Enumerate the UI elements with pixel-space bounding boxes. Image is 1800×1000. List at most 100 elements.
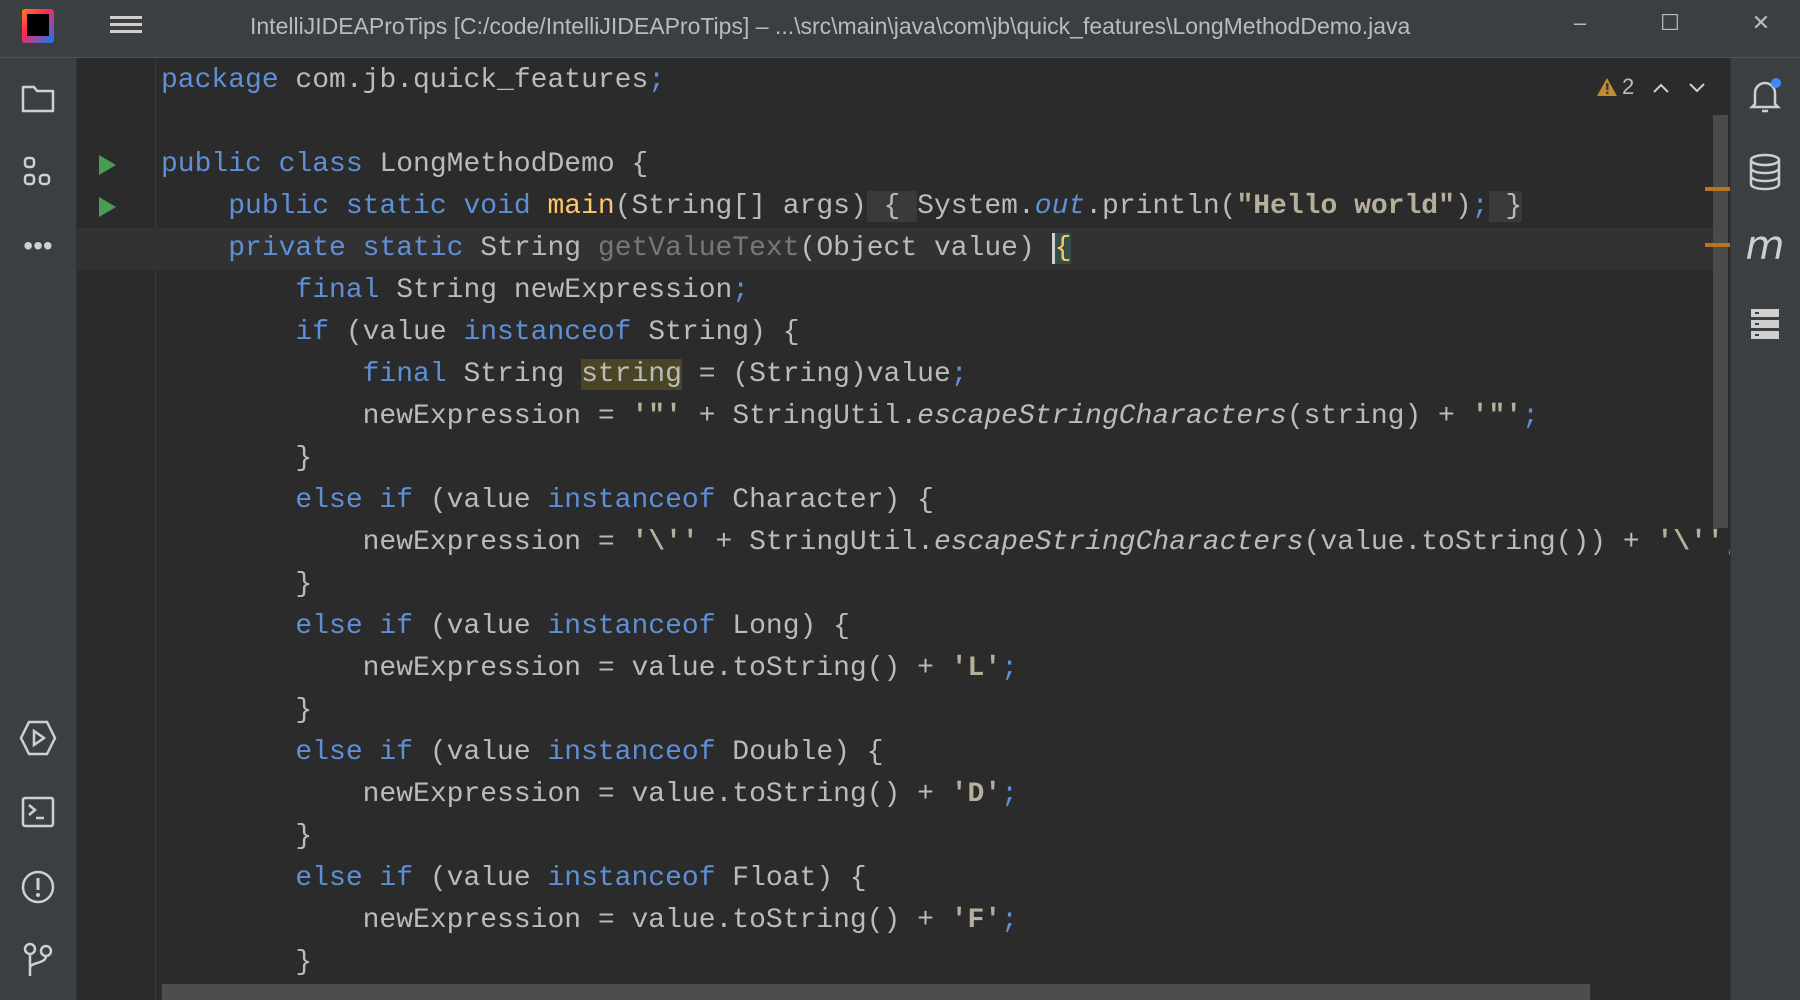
warning-stripe-mark[interactable] — [1705, 187, 1731, 191]
code-token: (value — [413, 863, 548, 894]
code-token: instanceof — [463, 317, 632, 348]
code-line[interactable]: newExpression = value.toString() + 'F'; — [161, 900, 1731, 942]
warning-stripe-mark[interactable] — [1705, 243, 1731, 247]
code-token: (value — [413, 485, 548, 516]
code-line[interactable]: else if (value instanceof Long) { — [161, 606, 1731, 648]
horizontal-scrollbar[interactable] — [162, 984, 1590, 1000]
code-token: } — [161, 821, 313, 852]
code-token: (value — [329, 317, 464, 348]
git-icon[interactable] — [18, 940, 58, 980]
warning-icon — [1597, 78, 1617, 96]
code-token: String) { — [631, 317, 800, 348]
terminal-icon[interactable] — [18, 792, 58, 832]
code-editor[interactable]: package com.jb.quick_features; public cl… — [77, 58, 1731, 1000]
notifications-icon[interactable] — [1745, 76, 1785, 116]
main-menu-button[interactable] — [110, 12, 142, 40]
code-line[interactable]: } — [161, 438, 1731, 480]
code-line[interactable]: public class LongMethodDemo { — [161, 144, 1731, 186]
problems-icon[interactable] — [18, 867, 58, 907]
code-token: (value.toString()) + — [1303, 527, 1657, 558]
code-line[interactable]: } — [161, 816, 1731, 858]
code-line[interactable]: newExpression = '"' + StringUtil.escapeS… — [161, 396, 1731, 438]
code-token: final — [295, 275, 380, 306]
next-highlight-icon[interactable] — [1688, 74, 1706, 100]
project-icon[interactable] — [18, 78, 58, 118]
code-token: ; — [1522, 401, 1539, 432]
left-tool-window-bar: ••• — [0, 58, 77, 1000]
code-token: { — [1051, 233, 1072, 264]
code-line[interactable]: public static void main(String[] args) {… — [161, 186, 1731, 228]
code-token: String — [446, 359, 582, 390]
previous-highlight-icon[interactable] — [1652, 74, 1670, 100]
code-token: } — [161, 695, 313, 726]
code-token: private static — [228, 233, 464, 264]
code-content[interactable]: package com.jb.quick_features; public cl… — [161, 60, 1731, 1000]
code-token: } — [161, 443, 313, 474]
code-token: public static void — [228, 191, 531, 222]
code-line[interactable]: private static String getValueText(Objec… — [161, 228, 1731, 270]
title-bar: IntelliJIDEAProTips [C:/code/IntelliJIDE… — [0, 0, 1800, 58]
code-token: (string) + — [1286, 401, 1472, 432]
code-token: escapeStringCharacters — [933, 527, 1304, 558]
code-token: if — [295, 317, 330, 348]
code-line[interactable]: final String newExpression; — [161, 270, 1731, 312]
code-line[interactable]: final String string = (String)value; — [161, 354, 1731, 396]
code-token: package — [161, 65, 279, 96]
maven-icon[interactable]: m — [1745, 223, 1785, 269]
code-token: newExpression = — [161, 401, 632, 432]
code-token: ; — [950, 359, 968, 390]
vertical-scrollbar[interactable] — [1713, 115, 1728, 528]
code-token: public class — [161, 149, 363, 180]
run-icon[interactable] — [18, 718, 58, 758]
intellij-logo-icon — [22, 9, 54, 43]
code-token: out — [1034, 191, 1086, 222]
code-token: + StringUtil. — [698, 527, 934, 558]
code-token: } — [1488, 191, 1523, 222]
code-token: main — [547, 191, 615, 222]
code-line[interactable]: package com.jb.quick_features; — [161, 60, 1731, 102]
structure-view-icon[interactable] — [1745, 304, 1785, 344]
code-token: else if — [295, 611, 414, 642]
minimize-button[interactable]: – — [1560, 10, 1600, 40]
code-token: escapeStringCharacters — [917, 401, 1287, 432]
code-token: ; — [1001, 653, 1018, 684]
code-line[interactable]: if (value instanceof String) { — [161, 312, 1731, 354]
code-token: (value — [413, 611, 548, 642]
code-token: "Hello world" — [1236, 191, 1455, 222]
code-token: System. — [917, 191, 1035, 222]
code-line[interactable]: } — [161, 564, 1731, 606]
code-token: instanceof — [547, 485, 716, 516]
code-token: Float) { — [715, 863, 867, 894]
code-line[interactable]: else if (value instanceof Double) { — [161, 732, 1731, 774]
code-token: 'L' — [950, 653, 1002, 684]
code-token: newExpression = value.toString() + — [161, 905, 951, 936]
maximize-button[interactable]: ☐ — [1650, 10, 1690, 40]
code-token: newExpression = value.toString() + — [161, 653, 951, 684]
code-token: Character) { — [715, 485, 934, 516]
code-line[interactable]: } — [161, 942, 1731, 984]
code-token: + StringUtil. — [681, 401, 918, 432]
structure-icon[interactable] — [18, 152, 58, 192]
code-line[interactable]: newExpression = value.toString() + 'D'; — [161, 774, 1731, 816]
close-button[interactable]: ✕ — [1741, 10, 1781, 40]
database-icon[interactable] — [1745, 152, 1785, 192]
code-token: newExpression = — [161, 527, 632, 558]
inspection-widget[interactable]: 2 — [1596, 74, 1706, 100]
code-line[interactable] — [161, 102, 1731, 144]
code-line[interactable]: else if (value instanceof Character) { — [161, 480, 1731, 522]
code-token: .println( — [1085, 191, 1237, 222]
code-line[interactable]: } — [161, 690, 1731, 732]
code-line[interactable]: else if (value instanceof Float) { — [161, 858, 1731, 900]
code-token: Long) { — [715, 611, 850, 642]
more-icon[interactable]: ••• — [18, 226, 58, 266]
code-line[interactable]: newExpression = value.toString() + 'L'; — [161, 648, 1731, 690]
code-line[interactable]: newExpression = '\'' + StringUtil.escape… — [161, 522, 1731, 564]
